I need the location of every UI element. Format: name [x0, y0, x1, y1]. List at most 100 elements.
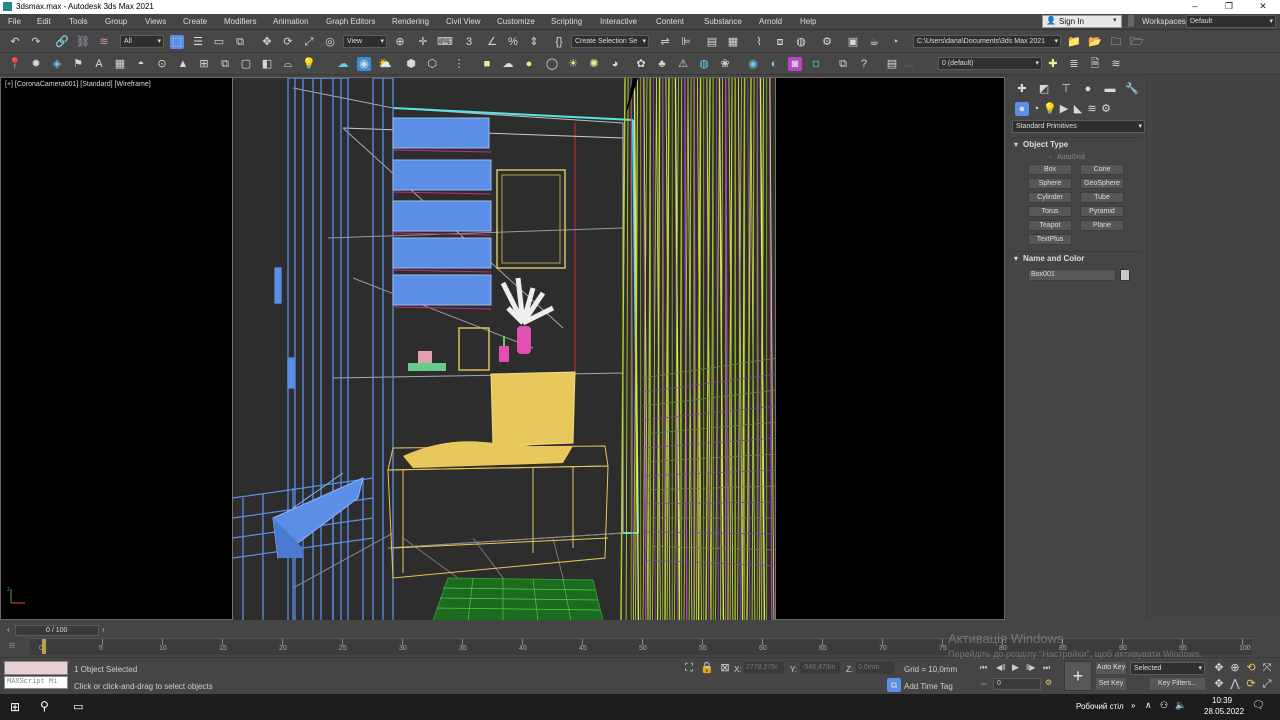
pin-icon[interactable]: 📍	[8, 57, 22, 71]
hierarchy-tab-icon[interactable]: ⊤	[1059, 82, 1073, 96]
project-folder-dropdown[interactable]: C:\Users\daria\Documents\3ds Max 2021	[913, 35, 1061, 48]
selection-filter-dropdown[interactable]: All	[120, 35, 164, 48]
z-coordinate-field[interactable]: 0,0mm	[856, 662, 894, 674]
sign-in-dropdown[interactable]: 👤 Sign In ▾	[1042, 15, 1122, 28]
cameras-icon[interactable]: ▶	[1057, 102, 1071, 116]
effect-icon[interactable]: ◙	[788, 57, 802, 71]
volume-icon[interactable]: 🔈	[1175, 700, 1186, 711]
x-coordinate-field[interactable]: 2778,275r	[744, 662, 784, 674]
corona-light-icon[interactable]: ⛅	[378, 57, 392, 71]
proxy-icon[interactable]: ◧	[260, 57, 274, 71]
align-icon[interactable]: ⊫	[679, 35, 693, 49]
scatter-icon[interactable]: ⌓	[281, 57, 295, 71]
name-and-color-rollout[interactable]: ▾ Name and Color	[1012, 251, 1142, 265]
mirror-icon[interactable]: ⇌	[658, 35, 672, 49]
lock-selection-icon[interactable]: 🔒	[700, 661, 714, 675]
viewport[interactable]: [+] [CoronaCamera001] [Standard] [Wirefr…	[0, 77, 1005, 621]
rotate-icon[interactable]: ⟳	[281, 35, 295, 49]
create-tab-icon[interactable]: ✚	[1015, 82, 1029, 96]
help-icon[interactable]: ?	[857, 57, 871, 71]
clock-date[interactable]: 28.05.2022	[1204, 707, 1244, 716]
cloud-icon[interactable]: ☁	[501, 57, 515, 71]
camera-icon[interactable]: ◈	[50, 57, 64, 71]
torus-button[interactable]: Torus	[1028, 206, 1072, 217]
bind-space-warp-icon[interactable]: ≋	[97, 35, 111, 49]
systems-icon[interactable]: ⚙	[1099, 102, 1113, 116]
layer-visibility-icons[interactable]: ····	[904, 63, 913, 70]
object-name-field[interactable]: Box001	[1028, 269, 1116, 281]
triangle-icon[interactable]: ▲	[176, 57, 190, 71]
auto-key-button[interactable]: Auto Key	[1096, 662, 1126, 674]
object-type-rollout[interactable]: ▾ Object Type	[1012, 137, 1142, 151]
wireframe-scene[interactable]	[232, 78, 776, 621]
angle-snap-icon[interactable]: ∠	[485, 35, 499, 49]
reference-coordinate-dropdown[interactable]: View	[343, 35, 387, 48]
box-button[interactable]: Box	[1028, 164, 1072, 175]
layer-explorer-icon[interactable]: ▤	[705, 35, 719, 49]
globe-icon[interactable]: ◍	[697, 57, 711, 71]
play-icon[interactable]: ▶	[1012, 662, 1019, 673]
time-cursor[interactable]	[42, 639, 46, 654]
plane-button[interactable]: Plane	[1080, 220, 1124, 231]
isolate-selection-icon[interactable]: ⛶	[682, 661, 696, 675]
environment-icon[interactable]: ◉	[746, 57, 760, 71]
project-settings-icon[interactable]: 🗁	[1130, 35, 1144, 49]
zoom-extents-icon[interactable]: ⤧	[1260, 661, 1274, 675]
teapot-button[interactable]: Teapot	[1028, 220, 1072, 231]
next-frame-arrow[interactable]: ›	[102, 625, 105, 634]
unlink-icon[interactable]: ⛓	[76, 35, 90, 49]
menu-content[interactable]: Content	[656, 17, 684, 26]
box-primitive-icon[interactable]: ■	[480, 57, 494, 71]
menu-file[interactable]: File	[8, 17, 21, 26]
boolean-icon[interactable]: ◓	[134, 57, 148, 71]
render-setup-icon[interactable]: ⚙	[820, 35, 834, 49]
select-object-icon[interactable]: ⬚	[170, 35, 184, 49]
layer-stack-icon[interactable]: ≣	[1067, 57, 1081, 71]
undo-icon[interactable]: ↶	[8, 35, 22, 49]
restore-button[interactable]: ❐	[1212, 0, 1246, 14]
set-key-button[interactable]: +	[1064, 661, 1092, 691]
object-category-dropdown[interactable]: Standard Primitives	[1012, 120, 1145, 133]
corona-icon[interactable]: ☁	[336, 57, 350, 71]
ring-icon[interactable]: ◯	[545, 57, 559, 71]
layer-manager-icon[interactable]: ▤	[885, 57, 899, 71]
scale-icon[interactable]: ⤢	[302, 35, 316, 49]
orbit-camera-icon[interactable]: ⟳	[1244, 677, 1258, 691]
link-icon[interactable]: 🔗	[55, 35, 69, 49]
add-to-layer-icon[interactable]: ✚	[1046, 57, 1060, 71]
task-view-icon[interactable]: ▭	[73, 700, 83, 713]
previous-frame-icon[interactable]: ◀‖	[996, 663, 1005, 672]
menu-tools[interactable]: Tools	[69, 17, 88, 26]
new-layer-icon[interactable]: 🗎	[1088, 57, 1102, 71]
maximize-viewport-icon[interactable]: ⤢	[1260, 677, 1274, 691]
schematic-view-icon[interactable]: ⧈	[773, 35, 787, 49]
sky-light-icon[interactable]: ✺	[587, 57, 601, 71]
go-to-end-icon[interactable]: ⏭	[1043, 663, 1050, 673]
redo-icon[interactable]: ↷	[29, 35, 43, 49]
cycle-icon[interactable]: ⊙	[155, 57, 169, 71]
menu-group[interactable]: Group	[105, 17, 127, 26]
select-by-name-icon[interactable]: ☰	[191, 35, 205, 49]
snap-grid-icon[interactable]: ⊞	[197, 57, 211, 71]
notifications-icon[interactable]: 🗨	[1252, 700, 1265, 711]
network-icon[interactable]: ⚇	[1160, 700, 1168, 711]
select-manipulate-icon[interactable]: ✛	[416, 35, 430, 49]
xref-icon[interactable]: ⧉	[218, 57, 232, 71]
corona-proxy-icon[interactable]: ⬡	[425, 57, 439, 71]
close-button[interactable]: ✕	[1246, 0, 1280, 14]
scene-explorer-icon[interactable]: ▦	[726, 35, 740, 49]
pivot-center-icon[interactable]: ⊕	[393, 35, 407, 49]
corona-camera-icon[interactable]: ◉	[357, 57, 371, 71]
curve-editor-icon[interactable]: ⌇	[752, 35, 766, 49]
field-of-view-icon[interactable]: ⋀	[1228, 677, 1242, 691]
copy-icon[interactable]: ⧉	[836, 57, 850, 71]
material-editor-icon[interactable]: ◍	[794, 35, 808, 49]
pyramid-button[interactable]: Pyramid	[1080, 206, 1124, 217]
menu-civil-view[interactable]: Civil View	[446, 17, 481, 26]
search-icon[interactable]: ⚲	[40, 699, 49, 713]
textplus-button[interactable]: TextPlus	[1028, 234, 1072, 245]
sun-light-icon[interactable]: ☀	[566, 57, 580, 71]
shapes-icon[interactable]: ◔	[1029, 102, 1043, 116]
plant-icon[interactable]: ✿	[634, 57, 648, 71]
set-project-folder-icon[interactable]: 📁	[1067, 35, 1081, 49]
